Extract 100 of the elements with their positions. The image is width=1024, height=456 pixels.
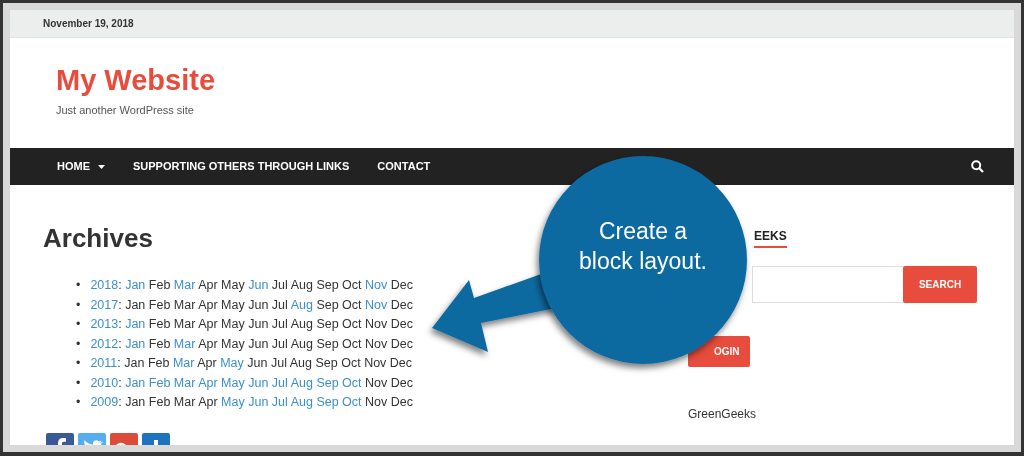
colon-text: : (118, 317, 122, 332)
month-text: Oct (342, 317, 362, 332)
month-link[interactable]: Oct (342, 395, 362, 410)
month-text: Jun (248, 297, 269, 312)
bullet: • (76, 278, 81, 293)
month-text: May (221, 336, 245, 351)
date-text: November 19, 2018 (43, 17, 134, 31)
colon-text: : (118, 375, 122, 390)
month-text: Sep (316, 297, 339, 312)
month-text: Dec (390, 375, 413, 390)
month-text: Feb (148, 317, 171, 332)
month-text: Nov (365, 375, 388, 390)
month-text: Dec (390, 336, 413, 351)
month-link[interactable]: Sep (316, 375, 339, 390)
bullet: • (76, 297, 81, 312)
month-text: Oct (342, 297, 362, 312)
month-text: Sep (315, 356, 338, 371)
month-text: Jul (271, 278, 288, 293)
month-link[interactable]: Aug (290, 375, 313, 390)
nav-item[interactable]: SUPPORTING OTHERS THROUGH LINKS (133, 158, 350, 175)
search-icon[interactable] (971, 160, 984, 173)
search-field[interactable] (752, 266, 903, 303)
tagline: Just another WordPress site (56, 104, 194, 116)
sidebar-text: GreenGeeks (688, 407, 757, 421)
month-text: Dec (390, 317, 413, 332)
month-text: Jul (271, 317, 288, 332)
month-link[interactable]: Jan (125, 278, 146, 293)
month-link[interactable]: Nov (365, 278, 388, 293)
month-text: Feb (147, 356, 170, 371)
month-text: Nov (365, 317, 388, 332)
month-text: Sep (316, 336, 339, 351)
month-link[interactable]: Jul (271, 395, 288, 410)
month-text: Apr (198, 395, 218, 410)
month-text: Nov (365, 336, 388, 351)
month-link[interactable]: Mar (172, 356, 195, 371)
month-text: Aug (290, 336, 313, 351)
month-text: Jul (271, 336, 288, 351)
month-link[interactable]: Apr (198, 375, 218, 390)
month-text: Apr (198, 317, 218, 332)
month-text: Jul (270, 356, 287, 371)
month-link[interactable]: Mar (173, 375, 196, 390)
month-text: Oct (342, 278, 362, 293)
month-link[interactable]: Jan (125, 375, 146, 390)
month-text: Jul (271, 297, 288, 312)
month-link[interactable]: Aug (290, 395, 313, 410)
month-text: Sep (316, 317, 339, 332)
month-link[interactable]: Jun (248, 375, 269, 390)
month-text: Feb (148, 395, 171, 410)
month-text: Dec (390, 278, 413, 293)
month-text: Jan (125, 395, 146, 410)
colon-text: : (118, 297, 122, 312)
month-link[interactable]: Jul (271, 375, 288, 390)
month-text: Dec (390, 395, 413, 410)
bullet: • (76, 395, 81, 410)
month-text: Dec (390, 297, 413, 312)
widget-heading: EEKS (754, 227, 787, 248)
bullet: • (76, 317, 81, 332)
month-link[interactable]: Aug (290, 297, 313, 312)
month-text: Feb (148, 336, 171, 351)
month-text: Feb (148, 297, 171, 312)
month-link[interactable]: Jan (125, 317, 146, 332)
month-text: May (221, 317, 245, 332)
bullet: • (76, 375, 81, 390)
month-link[interactable]: Sep (316, 395, 339, 410)
bullet: • (76, 336, 81, 351)
month-link[interactable]: Feb (148, 375, 171, 390)
month-text: Mar (173, 317, 196, 332)
month-text: Apr (198, 278, 218, 293)
site-title[interactable]: My Website (56, 65, 215, 97)
month-text: Nov (365, 395, 388, 410)
month-text: Sep (316, 278, 339, 293)
search-button[interactable]: SEARCH (903, 266, 977, 303)
nav-item[interactable]: CONTACT (377, 158, 431, 175)
month-link[interactable]: Jan (125, 336, 146, 351)
month-text: Nov (364, 356, 387, 371)
month-text: Aug (289, 356, 312, 371)
month-text: Mar (173, 395, 196, 410)
month-text: Jun (248, 317, 269, 332)
month-text: Jun (248, 336, 269, 351)
month-text: Oct (341, 356, 361, 371)
month-text: Feb (148, 278, 171, 293)
month-text: Apr (197, 356, 217, 371)
month-text: Mar (173, 297, 196, 312)
month-link[interactable]: Mar (173, 278, 196, 293)
month-link[interactable]: Jun (248, 278, 269, 293)
colon-text: : (118, 336, 122, 351)
callout-text: Create a block layout. (579, 218, 707, 274)
month-link[interactable]: May (221, 375, 245, 390)
month-text: Oct (342, 336, 362, 351)
month-text: Jun (247, 356, 268, 371)
month-link[interactable]: Nov (365, 297, 388, 312)
month-link[interactable]: May (220, 356, 244, 371)
month-text: Jan (125, 297, 146, 312)
month-link[interactable]: Oct (342, 375, 362, 390)
month-link[interactable]: Jun (248, 395, 269, 410)
nav-item[interactable]: HOME (57, 158, 105, 175)
colon-text: : (118, 395, 122, 410)
month-link[interactable]: Mar (173, 336, 196, 351)
month-text: Jan (124, 356, 145, 371)
month-link[interactable]: May (221, 395, 245, 410)
